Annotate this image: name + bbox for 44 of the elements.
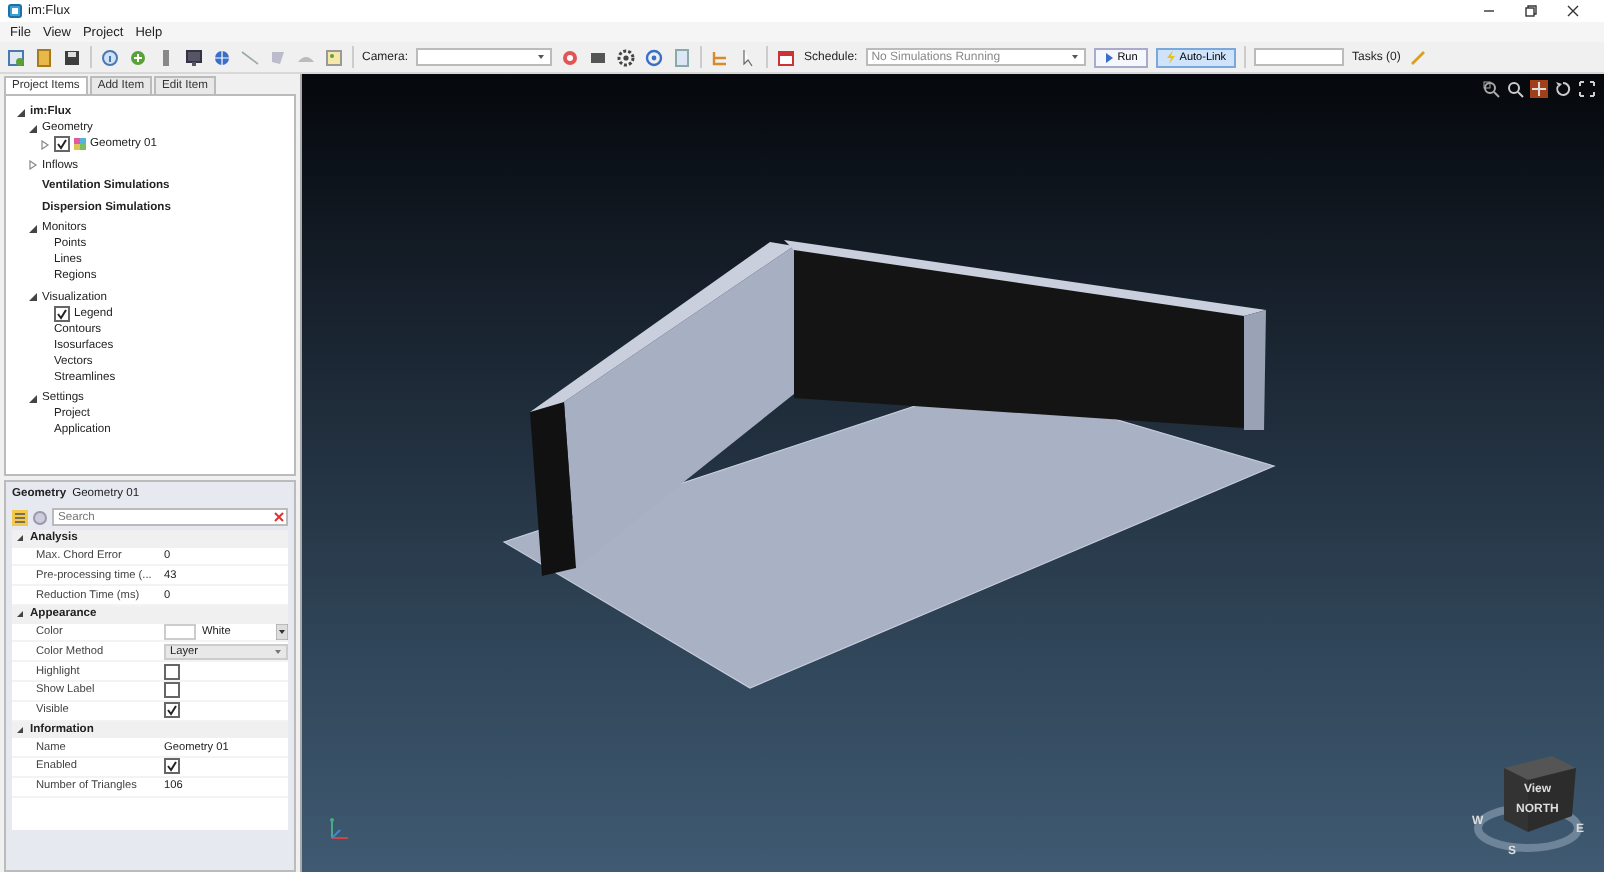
globe-icon[interactable]	[212, 47, 232, 67]
checked-checkbox[interactable]	[164, 758, 180, 775]
pan-icon[interactable]	[1530, 80, 1548, 98]
collapsed-arrow-icon[interactable]	[28, 160, 38, 170]
restore-icon[interactable]	[1524, 4, 1538, 18]
calendar-icon[interactable]	[776, 47, 797, 67]
rotate-icon[interactable]	[1554, 80, 1572, 98]
zoom-extents-icon[interactable]	[1482, 80, 1500, 98]
expanded-arrow-icon[interactable]	[28, 393, 38, 403]
checked-checkbox[interactable]	[54, 136, 70, 152]
search-icon[interactable]	[1506, 80, 1524, 98]
checkbox[interactable]	[164, 663, 180, 680]
expanded-arrow-icon[interactable]	[16, 107, 26, 117]
target-icon[interactable]	[644, 47, 665, 67]
dropdown-arrow-icon[interactable]	[1069, 52, 1080, 62]
stop-icon[interactable]	[560, 47, 581, 67]
play-icon	[1103, 51, 1114, 63]
checked-checkbox[interactable]	[54, 305, 70, 321]
expanded-arrow-icon[interactable]	[16, 534, 24, 543]
expanded-arrow-icon[interactable]	[28, 123, 38, 133]
clear-icon[interactable]	[274, 512, 284, 522]
expanded-arrow-icon[interactable]	[16, 610, 24, 619]
expanded-arrow-icon[interactable]	[16, 725, 24, 734]
collapsed-arrow-icon[interactable]	[40, 139, 50, 149]
dropdown-arrow-icon[interactable]	[536, 52, 547, 62]
minimize-icon[interactable]	[1482, 4, 1496, 18]
new-file-icon[interactable]	[6, 47, 26, 67]
fullscreen-icon[interactable]	[1578, 80, 1596, 98]
film-icon[interactable]	[588, 47, 609, 67]
info-icon[interactable]	[100, 47, 120, 67]
gear-icon[interactable]	[616, 47, 637, 67]
checkbox[interactable]	[164, 682, 180, 699]
save-icon[interactable]	[62, 47, 82, 67]
task-search-field[interactable]	[1254, 48, 1345, 66]
close-icon[interactable]	[1566, 4, 1580, 18]
expanded-arrow-icon[interactable]	[28, 292, 38, 302]
add-icon[interactable]	[128, 47, 148, 67]
checked-checkbox[interactable]	[164, 702, 180, 719]
axes-icon	[326, 816, 350, 844]
lightning-icon	[1165, 50, 1176, 64]
categorized-view-icon[interactable]	[12, 509, 28, 525]
expanded-arrow-icon[interactable]	[28, 223, 38, 233]
folder-icon[interactable]	[34, 47, 54, 67]
monitor-icon[interactable]	[184, 47, 204, 67]
